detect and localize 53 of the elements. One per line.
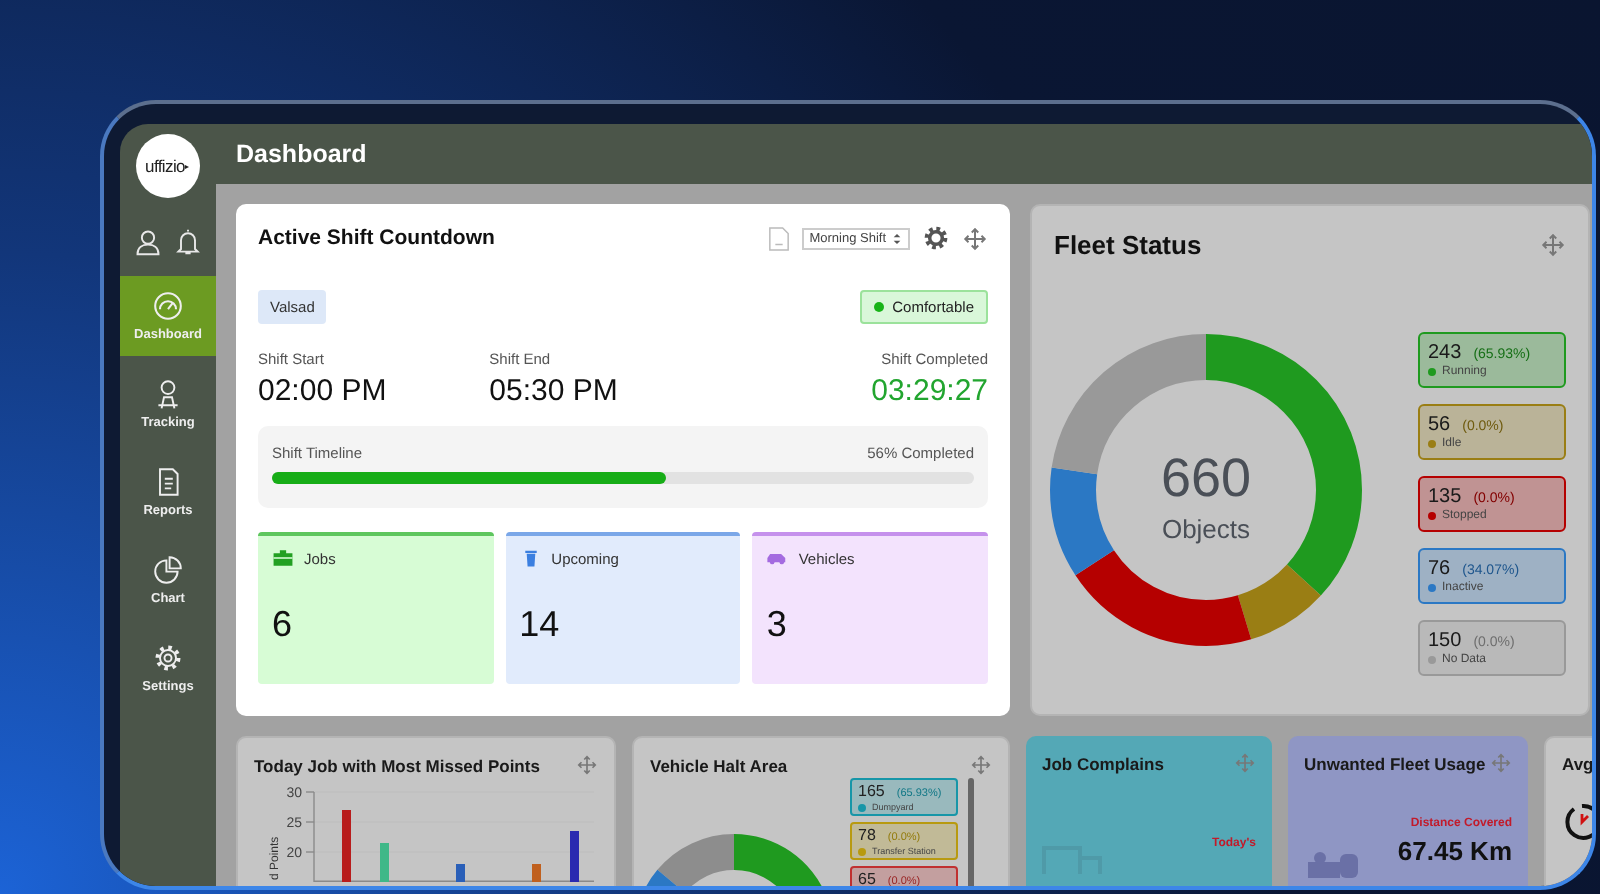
card-title: Unwanted Fleet Usage (1304, 753, 1486, 773)
card-title: Job Complains (1042, 753, 1164, 773)
play-icon (184, 163, 191, 169)
time-value: 02:00 PM (258, 374, 389, 408)
trash-can-icon (519, 548, 542, 568)
user-icon[interactable] (134, 228, 162, 256)
bell-icon[interactable] (174, 228, 202, 256)
pie-chart-icon (152, 554, 184, 586)
car-icon (766, 548, 789, 568)
bar (342, 810, 351, 882)
person-pin-icon (152, 378, 184, 410)
total-label: Objects (1161, 514, 1251, 544)
settings-icon (152, 642, 184, 674)
legend-count: 165 (858, 782, 885, 800)
legend-count: 150 (1428, 630, 1462, 652)
sort-icon (892, 231, 902, 245)
move-icon[interactable] (962, 225, 988, 251)
logo-text: uffizio (145, 156, 185, 176)
y-axis (305, 791, 315, 882)
legend-count: 65 (858, 870, 876, 886)
gauge-icon (152, 290, 184, 322)
time-value: 03:29:27 (871, 374, 989, 408)
move-icon[interactable] (970, 754, 992, 776)
bar (456, 864, 465, 882)
card-title: Fleet Status (1054, 230, 1202, 260)
time-value: 05:30 PM (489, 374, 620, 408)
page-title: Dashboard (236, 140, 367, 168)
legend-count: 243 (1428, 342, 1462, 364)
distance-value: 67.45 Km (1397, 836, 1512, 866)
total-count: 660 (1160, 448, 1252, 508)
card-title: Active Shift Countdown (258, 226, 495, 250)
clock-icon (1562, 802, 1592, 842)
stat-value: 14 (519, 604, 562, 646)
file-icon[interactable] (767, 225, 790, 251)
move-icon[interactable] (1540, 232, 1566, 258)
legend-count: 135 (1428, 486, 1462, 508)
move-icon[interactable] (576, 754, 598, 776)
scrollbar[interactable] (968, 778, 974, 886)
card-title: Vehicle Halt Area (650, 755, 788, 775)
settings-icon[interactable] (922, 224, 950, 252)
card-title: Avg (1562, 754, 1592, 774)
briefcase-icon (272, 548, 294, 568)
stat-value: 6 (272, 604, 295, 646)
stat-value: 3 (766, 604, 789, 646)
truck-icon (1304, 850, 1364, 878)
status-dot-icon (874, 302, 885, 312)
bar (570, 831, 579, 882)
card-title: Today Job with Most Missed Points (254, 755, 540, 775)
bar (380, 843, 389, 882)
legend-count: 78 (858, 826, 876, 844)
legend-count: 76 (1428, 558, 1451, 580)
legend-count: 56 (1428, 414, 1451, 436)
bar (532, 864, 541, 882)
